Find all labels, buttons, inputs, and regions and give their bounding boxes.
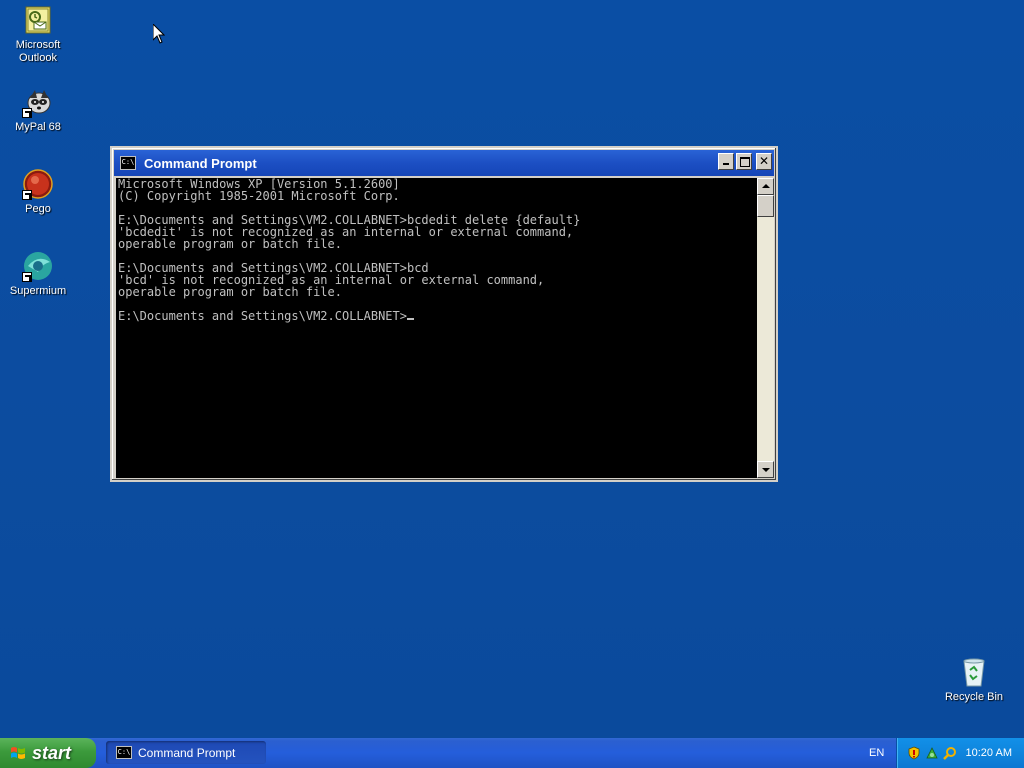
desktop-icon-recycle-bin[interactable]: Recycle Bin [936, 656, 1012, 704]
pego-icon [22, 168, 54, 200]
shortcut-arrow-icon [22, 108, 32, 118]
start-button[interactable]: start [0, 738, 96, 768]
text-cursor [406, 318, 414, 320]
desktop-icon-label: Supermium [9, 285, 67, 297]
taskbar-item-command-prompt[interactable]: C:\ Command Prompt [106, 741, 266, 764]
console-output[interactable]: Microsoft Windows XP [Version 5.1.2600] … [116, 178, 757, 478]
desktop-icon-outlook[interactable]: Microsoft Outlook [0, 4, 76, 65]
mypal-icon [22, 86, 54, 118]
network-icon[interactable] [925, 746, 939, 760]
console-prompt: E:\Documents and Settings\VM2.COLLABNET> [118, 309, 407, 323]
vertical-scrollbar[interactable] [757, 178, 774, 478]
shortcut-arrow-icon [22, 190, 32, 200]
command-prompt-window[interactable]: C:\ Command Prompt ✕ Microsoft Windows X… [110, 146, 778, 482]
taskbar: start C:\ Command Prompt EN 10:20 AM [0, 738, 1024, 768]
console-prompt-line: E:\Documents and Settings\VM2.COLLABNET> [116, 310, 757, 322]
console-line: operable program or batch file. [118, 237, 342, 251]
windows-logo-icon [11, 747, 25, 759]
language-indicator[interactable]: EN [869, 738, 884, 768]
search-icon[interactable] [943, 746, 957, 760]
start-label: start [32, 743, 72, 763]
security-shield-icon[interactable] [907, 746, 921, 760]
console-line: operable program or batch file. [118, 285, 342, 299]
scroll-up-button[interactable] [757, 178, 774, 195]
desktop-icon-label: Microsoft Outlook [15, 39, 61, 64]
system-tray: 10:20 AM [896, 738, 1024, 768]
console-line: (C) Copyright 1985-2001 Microsoft Corp. [118, 189, 400, 203]
window-title: Command Prompt [144, 155, 257, 171]
desktop-icon-pego[interactable]: Pego [0, 168, 76, 216]
desktop-icon-supermium[interactable]: Supermium [0, 250, 76, 298]
minimize-button[interactable] [718, 153, 734, 170]
recycle-bin-icon [958, 656, 990, 688]
close-button[interactable]: ✕ [756, 153, 772, 170]
shortcut-arrow-icon [22, 272, 32, 282]
maximize-button[interactable] [736, 153, 752, 170]
command-prompt-icon: C:\ [116, 746, 132, 759]
clock[interactable]: 10:20 AM [966, 738, 1012, 768]
taskbar-item-label: Command Prompt [138, 745, 236, 760]
window-titlebar[interactable]: C:\ Command Prompt ✕ [114, 150, 774, 176]
desktop-icon-label: MyPal 68 [15, 121, 61, 133]
supermium-icon [22, 250, 54, 282]
scroll-thumb[interactable] [757, 195, 774, 217]
desktop: Microsoft Outlook MyPal 68 Pego Supermiu… [0, 0, 1024, 738]
outlook-icon [22, 4, 54, 36]
desktop-icon-label: Pego [25, 203, 51, 215]
scroll-down-button[interactable] [757, 461, 774, 478]
desktop-icon-label: Recycle Bin [944, 691, 1004, 703]
window-controls: ✕ [718, 153, 772, 170]
desktop-icon-mypal[interactable]: MyPal 68 [0, 86, 76, 134]
command-prompt-icon: C:\ [120, 156, 136, 170]
mouse-pointer-icon [153, 24, 165, 44]
